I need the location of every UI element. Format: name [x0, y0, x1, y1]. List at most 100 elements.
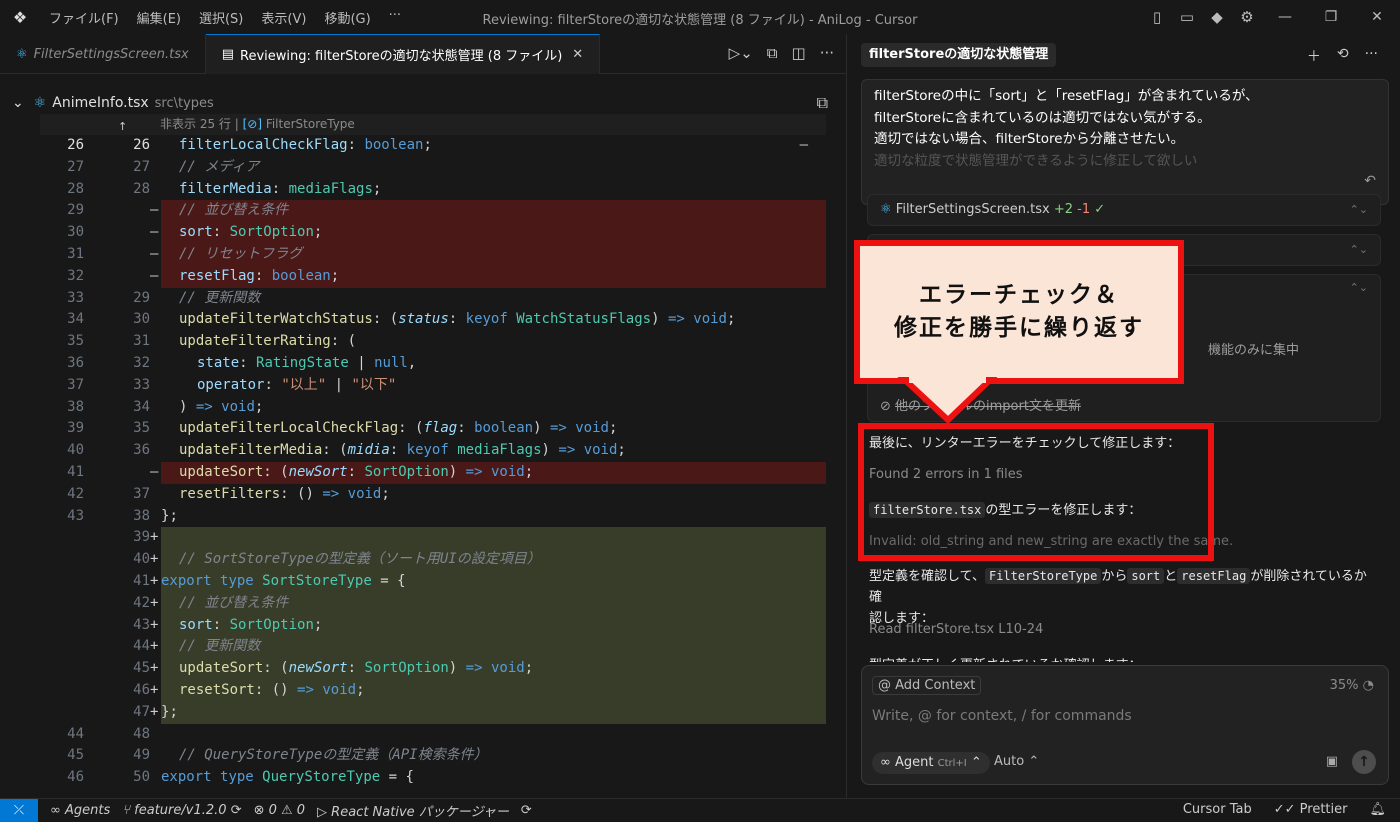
menu-select[interactable]: 選択(S) — [190, 8, 252, 27]
tool-result[interactable]: Read filterStore.tsx L10-24 — [869, 622, 1043, 637]
expand-chevron-icon[interactable]: ⌃⌄ — [1350, 235, 1368, 265]
code-line[interactable]: 42 37 resetFilters: () => void; — [0, 484, 826, 506]
added-line[interactable]: 45 + updateSort: (newSort: SortOption) => … — [0, 658, 826, 680]
deleted-line[interactable]: 41 – updateSort: (newSort: SortOption) => … — [0, 462, 826, 484]
toggle-panel-icon[interactable]: ▭ — [1172, 8, 1202, 26]
chat-input-box[interactable]: @ Add Context 35% ◔ Write, @ for context… — [861, 665, 1389, 785]
new-line-number: 31 — [133, 333, 150, 350]
code-text: // QueryStoreTypeの型定義（API検索条件） — [179, 747, 488, 764]
restore-icon[interactable]: ❐ — [1308, 9, 1354, 25]
sync-icon[interactable]: ⟳ — [231, 803, 242, 818]
code-line[interactable]: 44 48 — [0, 724, 826, 746]
added-line[interactable]: 42 +// 並び替え条件 — [0, 592, 826, 615]
code-line[interactable]: 38 34) => void; — [0, 397, 826, 419]
send-button[interactable]: ↑ — [1352, 750, 1376, 774]
settings-gear-icon[interactable]: ⚙ — [1232, 8, 1262, 26]
new-chat-icon[interactable]: ＋ — [1307, 46, 1321, 66]
expand-chevron-icon[interactable]: ⌃⌄ — [1350, 195, 1368, 225]
prettier-item[interactable]: ✓✓ Prettier — [1274, 802, 1348, 817]
collapse-line-icon[interactable]: — — [800, 135, 808, 157]
close-tab-icon[interactable]: ✕ — [572, 47, 583, 62]
expand-up-icon[interactable]: ↑ — [118, 116, 127, 137]
old-line-number: 43 — [67, 507, 84, 524]
menu-view[interactable]: 表示(V) — [252, 8, 315, 27]
code-line[interactable]: 40 36 updateFilterMedia: (midia: keyof med… — [0, 440, 826, 462]
add-context-button[interactable]: @ Add Context — [872, 676, 982, 695]
run-icon[interactable]: ▷⌄ — [729, 44, 753, 62]
open-file-icon[interactable]: ⧉ — [817, 93, 828, 113]
restore-checkpoint-icon[interactable]: ↶ — [1364, 171, 1376, 193]
message-text: と — [1164, 569, 1178, 584]
split-editor-icon[interactable]: ◫ — [792, 44, 806, 62]
open-changes-icon[interactable]: ⧉ — [767, 44, 778, 62]
code-line[interactable]: 43 38}; — [0, 506, 826, 528]
minus-marker: – — [150, 224, 159, 241]
new-line-number: 40 — [133, 551, 150, 568]
more-icon[interactable]: ··· — [1365, 46, 1378, 66]
cursor-tab-item[interactable]: Cursor Tab — [1183, 802, 1252, 817]
notifications-bell-icon[interactable]: 🔔︎ — [1369, 802, 1386, 817]
added-line[interactable]: 41 + export type SortStoreType = { — [0, 571, 826, 593]
added-line[interactable]: 46 + resetSort: () => void; — [0, 680, 826, 702]
plus-marker: + — [150, 638, 159, 655]
toggle-sidebar-icon[interactable]: ▯ — [1142, 8, 1172, 26]
code-line[interactable]: 37 33 operator: "以上" | "以下" — [0, 375, 826, 397]
remote-icon[interactable]: ⤫ — [0, 798, 38, 822]
minimize-icon[interactable]: — — [1262, 9, 1308, 25]
run-packager-item[interactable]: ▷ React Native パッケージャー — [317, 801, 509, 820]
infinity-icon: ∞ — [880, 755, 895, 770]
agents-item[interactable]: ∞ Agents — [50, 803, 110, 818]
chat-title[interactable]: filterStoreの適切な状態管理 — [861, 43, 1057, 67]
more-actions-icon[interactable]: ··· — [820, 44, 834, 62]
code-line[interactable]: 36 32 state: RatingState | null, — [0, 353, 826, 375]
added-line[interactable]: 39 + — [0, 527, 826, 550]
code-line[interactable]: 33 29 // 更新関数 — [0, 288, 826, 310]
code-line[interactable]: 26 26 filterLocalCheckFlag: boolean; — — [0, 135, 826, 157]
menu-more[interactable]: ··· — [380, 8, 410, 27]
menu-go[interactable]: 移動(G) — [315, 8, 379, 27]
menu-file[interactable]: ファイル(F) — [40, 8, 128, 27]
tab-reviewing[interactable]: ▤ Reviewing: filterStoreの適切な状態管理 (8 ファイル… — [205, 34, 601, 74]
code-line[interactable]: 28 28 filterMedia: mediaFlags; — [0, 179, 826, 201]
hidden-lines-bar[interactable]: ↑ 非表示 25 行 | [⊘] FilterStoreType — [40, 114, 826, 135]
file-name[interactable]: AnimeInfo.tsx — [52, 95, 148, 111]
deleted-line[interactable]: 32 – resetFlag: boolean; — [0, 265, 826, 288]
code-line[interactable]: 45 49 // QueryStoreTypeの型定義（API検索条件） — [0, 745, 826, 767]
expand-chevron-icon[interactable]: ⌃⌄ — [1350, 281, 1368, 294]
deleted-line[interactable]: 30 – sort: SortOption; — [0, 222, 826, 244]
deleted-line[interactable]: 29 –// 並び替え条件 — [0, 200, 826, 223]
user-message[interactable]: filterStoreの中に「sort」と「resetFlag」が含まれているが… — [861, 79, 1389, 205]
history-icon[interactable]: ⟲ — [1337, 46, 1349, 66]
model-select[interactable]: Auto ⌃ — [994, 754, 1039, 769]
callout-line: エラーチェック＆ — [919, 282, 1119, 308]
code-text: export type QueryStoreType = { — [161, 769, 414, 786]
added-line[interactable]: 40 +// SortStoreTypeの型定義（ソート用UIの設定項目） — [0, 549, 826, 571]
agent-cube-icon[interactable]: ◆ — [1202, 8, 1232, 26]
status-bar: ⤫ ∞ Agents ⑂ feature/v1.2.0 ⟳ ⊗ 0 ⚠ 0 ▷ … — [0, 798, 1400, 822]
added-line[interactable]: 44 +// 更新関数 — [0, 636, 826, 659]
agent-mode-button[interactable]: ∞ Agent Ctrl+I ⌃ — [872, 752, 990, 774]
code-text: sort: SortOption; — [161, 222, 826, 244]
refresh-icon[interactable]: ⟳ — [521, 803, 532, 818]
code-text: }; — [161, 507, 178, 524]
code-line[interactable]: 46 50 export type QueryStoreType = { — [0, 767, 826, 789]
collapse-chevron-icon[interactable]: ⌄ — [12, 95, 24, 111]
code-line[interactable]: 39 35 updateFilterLocalCheckFlag: (flag: b… — [0, 418, 826, 440]
branch-item[interactable]: ⑂ feature/v1.2.0 ⟳ — [122, 803, 241, 818]
problems-item[interactable]: ⊗ 0 ⚠ 0 — [254, 803, 305, 818]
close-window-icon[interactable]: ✕ — [1354, 9, 1400, 25]
code-line[interactable]: 34 30 updateFilterWatchStatus: (status: ke… — [0, 309, 826, 331]
added-line[interactable]: 47 +}; — [0, 701, 826, 724]
image-icon[interactable]: ▣ — [1326, 754, 1338, 769]
callout-annotation: エラーチェック＆ 修正を勝手に繰り返す — [854, 240, 1184, 384]
deleted-line[interactable]: 31 –// リセットフラグ — [0, 244, 826, 266]
code-text: updateFilterLocalCheckFlag: (flag: boole… — [179, 420, 618, 437]
code-line[interactable]: 35 31 updateFilterRating: ( — [0, 331, 826, 353]
chat-input-placeholder[interactable]: Write, @ for context, / for commands — [872, 708, 1132, 724]
diff-editor[interactable]: ↑ 非表示 25 行 | [⊘] FilterStoreType 26 26 fil… — [0, 114, 846, 797]
added-line[interactable]: 43 + sort: SortOption; — [0, 614, 826, 637]
menu-edit[interactable]: 編集(E) — [128, 8, 190, 27]
tab-filter-settings-screen[interactable]: ⚛ FilterSettingsScreen.tsx — [0, 34, 206, 74]
file-change-card[interactable]: ⚛ FilterSettingsScreen.tsx +2 -1 ✓ ⌃⌄ — [867, 194, 1381, 226]
code-line[interactable]: 27 27 // メディア — [0, 157, 826, 179]
